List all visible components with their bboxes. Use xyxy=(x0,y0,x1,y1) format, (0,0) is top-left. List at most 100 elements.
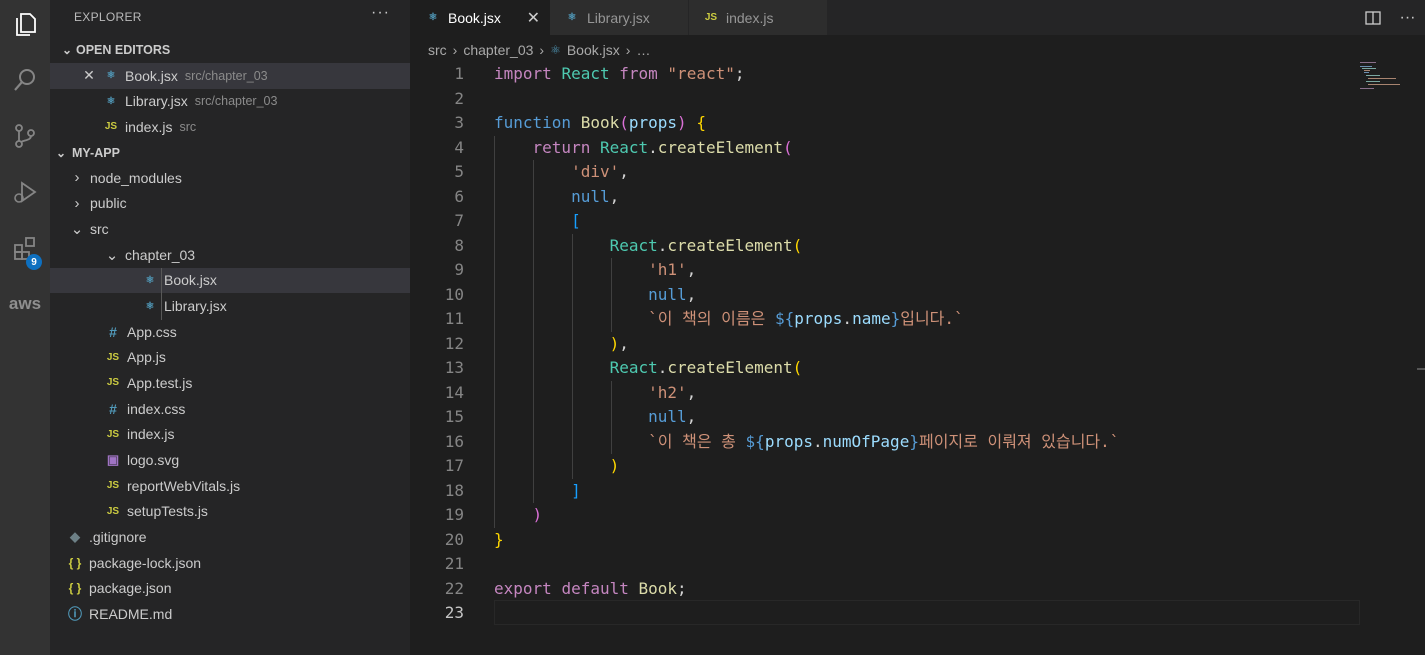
files-icon[interactable] xyxy=(0,0,50,48)
react-icon: ⚛ xyxy=(567,12,577,23)
line-number: 21 xyxy=(444,554,464,573)
extensions-badge: 9 xyxy=(26,254,42,270)
css-icon: # xyxy=(109,323,117,340)
breadcrumb-chapter[interactable]: chapter_03 xyxy=(463,42,533,58)
code-line[interactable]: ) xyxy=(494,503,543,528)
breadcrumb-src[interactable]: src xyxy=(428,42,447,58)
line-number: 18 xyxy=(444,480,464,500)
line-number: 6 xyxy=(454,186,464,206)
line-number: 11 xyxy=(444,309,464,328)
indent-guide xyxy=(572,233,573,479)
file-item[interactable]: # App.css xyxy=(50,319,410,345)
open-editors-header[interactable]: ⌄ OPEN EDITORS xyxy=(50,37,410,63)
code-line[interactable]: ] xyxy=(494,479,581,504)
file-item[interactable]: ⓘ README.md xyxy=(50,601,410,627)
code-line[interactable]: React.createElement( xyxy=(494,234,803,259)
folder-item[interactable]: › public xyxy=(50,191,410,217)
code-line[interactable]: 'div', xyxy=(494,160,629,185)
css-icon: # xyxy=(109,400,117,417)
open-editor-name: index.js xyxy=(125,118,173,135)
js-icon: JS xyxy=(106,351,120,363)
line-number: 3 xyxy=(454,113,464,132)
file-item[interactable]: ▣ logo.svg xyxy=(50,447,410,473)
file-item[interactable]: { } package.json xyxy=(50,575,410,601)
code-line[interactable]: `이 책은 총 ${props.numOfPage}페이지로 이뤄져 있습니다.… xyxy=(494,430,1119,455)
file-name: App.css xyxy=(127,323,177,340)
file-item[interactable]: # index.css xyxy=(50,396,410,422)
breadcrumb-symbol[interactable]: … xyxy=(636,42,650,58)
code-line[interactable]: null, xyxy=(494,185,619,210)
json-icon: { } xyxy=(68,555,82,570)
tab-library-jsx[interactable]: ⚛ Library.jsx xyxy=(550,0,688,35)
js-icon: JS xyxy=(104,121,118,133)
code-line[interactable]: [ xyxy=(494,209,581,234)
line-number: 7 xyxy=(454,211,464,230)
open-editor-item[interactable]: JS index.js src xyxy=(50,114,410,140)
aws-icon[interactable]: aws xyxy=(0,280,50,328)
source-control-icon[interactable] xyxy=(0,112,50,160)
more-actions-icon[interactable]: ··· xyxy=(371,4,390,22)
tab-label: index.js xyxy=(726,9,774,26)
file-name: package-lock.json xyxy=(89,554,202,571)
code-line[interactable]: ), xyxy=(494,332,629,357)
react-icon: ⚛ xyxy=(106,70,116,82)
js-icon: JS xyxy=(106,505,120,517)
split-editor-icon[interactable] xyxy=(1364,10,1381,26)
info-icon: ⓘ xyxy=(68,605,82,622)
line-number: 16 xyxy=(444,431,464,451)
file-name: App.js xyxy=(127,349,166,366)
code-line[interactable]: ) xyxy=(494,454,620,479)
code-line[interactable]: } xyxy=(494,528,504,553)
code-line[interactable]: 'h1', xyxy=(494,258,696,283)
code-line[interactable]: React.createElement( xyxy=(494,356,803,381)
folder-item[interactable]: ⌄ chapter_03 xyxy=(50,242,410,268)
line-number: 15 xyxy=(444,407,464,426)
aws-label: aws xyxy=(8,294,42,313)
line-number: 4 xyxy=(454,137,464,157)
file-item[interactable]: { } package-lock.json xyxy=(50,550,410,576)
extensions-icon[interactable]: 9 xyxy=(0,224,50,272)
code-line[interactable]: 'h2', xyxy=(494,381,696,406)
file-item[interactable]: JS reportWebVitals.js xyxy=(50,473,410,499)
code-line[interactable]: import React from "react"; xyxy=(494,62,745,87)
chevron-down-icon: ⌄ xyxy=(70,221,84,239)
folder-item[interactable]: ⌄ src xyxy=(50,216,410,242)
file-item[interactable]: JS App.test.js xyxy=(50,370,410,396)
code-line[interactable]: null, xyxy=(494,283,696,308)
project-header[interactable]: ⌄ MY-APP xyxy=(50,140,410,166)
tab-book-jsx[interactable]: ⚛ Book.jsx ✕ xyxy=(410,0,550,35)
open-editor-item[interactable]: ✕ ⚛ Book.jsx src/chapter_03 xyxy=(50,63,410,89)
project-title: MY-APP xyxy=(72,145,120,160)
folder-item[interactable]: › node_modules xyxy=(50,165,410,191)
run-debug-icon[interactable] xyxy=(0,168,50,216)
file-item[interactable]: JS App.js xyxy=(50,345,410,371)
code-line[interactable]: return React.createElement( xyxy=(494,136,793,161)
code-line[interactable]: function Book(props) { xyxy=(494,111,706,136)
file-item[interactable]: ⚛ Book.jsx xyxy=(50,267,410,294)
close-icon[interactable]: ✕ xyxy=(527,8,540,28)
json-icon: { } xyxy=(68,581,82,596)
file-item[interactable]: ⚛ Library.jsx xyxy=(50,293,410,319)
explorer-sidebar: EXPLORER ··· ⌄ OPEN EDITORS ✕ ⚛ Book.jsx sr… xyxy=(50,0,410,655)
file-item[interactable]: JS index.js xyxy=(50,422,410,448)
vertical-scrollbar[interactable] xyxy=(1414,62,1425,655)
close-icon[interactable]: ✕ xyxy=(80,67,98,84)
file-item[interactable]: JS setupTests.js xyxy=(50,498,410,524)
minimap[interactable] xyxy=(1360,62,1410,92)
search-icon[interactable] xyxy=(0,56,50,104)
folder-name: chapter_03 xyxy=(125,246,196,263)
line-number: 8 xyxy=(454,235,464,255)
breadcrumb-file[interactable]: Book.jsx xyxy=(567,42,620,58)
folder-name: src xyxy=(90,221,109,238)
code-line[interactable]: null, xyxy=(494,405,696,430)
file-name: README.md xyxy=(89,605,173,622)
code-line[interactable]: `이 책의 이름은 ${props.name}입니다.` xyxy=(494,307,964,332)
code-line[interactable]: export default Book; xyxy=(494,577,687,602)
open-editor-item[interactable]: ⚛ Library.jsx src/chapter_03 xyxy=(50,89,410,115)
tab-index-js[interactable]: JS index.js xyxy=(689,0,827,35)
line-number: 1 xyxy=(454,64,464,83)
tab-label: Book.jsx xyxy=(448,9,501,26)
chevron-right-icon: › xyxy=(625,42,631,58)
more-actions-icon[interactable]: ··· xyxy=(1400,9,1416,27)
file-item[interactable]: ◆ .gitignore xyxy=(50,524,410,550)
